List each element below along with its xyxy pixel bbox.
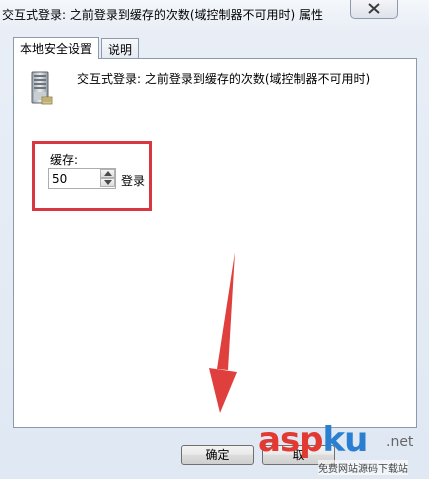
chevron-down-icon	[104, 180, 112, 185]
cache-unit-label: 登录	[121, 174, 146, 188]
cache-count-input[interactable]	[49, 169, 99, 188]
watermark-tagline: 免费网站源码下载站	[318, 460, 408, 475]
close-button[interactable]	[350, 0, 398, 19]
watermark-logo: aspku .net 免费网站源码下载站	[258, 420, 428, 478]
watermark-brand: aspku	[258, 420, 368, 460]
title-bar[interactable]: 交互式登录: 之前登录到缓存的次数(域控制器不可用时) 属性	[0, 0, 429, 30]
decrement-button[interactable]	[100, 178, 115, 187]
close-icon	[368, 3, 380, 14]
window-title: 交互式登录: 之前登录到缓存的次数(域控制器不可用时) 属性	[2, 8, 324, 22]
ok-button[interactable]: 确定	[181, 445, 254, 465]
properties-dialog: 交互式登录: 之前登录到缓存的次数(域控制器不可用时) 属性 本地安全设置 说明	[0, 0, 429, 479]
increment-button[interactable]	[100, 169, 115, 178]
server-icon	[28, 71, 54, 108]
watermark-tld: .net	[386, 434, 414, 450]
tab-local-security-setting[interactable]: 本地安全设置	[13, 37, 100, 59]
policy-description: 交互式登录: 之前登录到缓存的次数(域控制器不可用时)	[77, 72, 371, 86]
chevron-up-icon	[104, 171, 112, 176]
tab-explain[interactable]: 说明	[101, 38, 140, 58]
arrow-down-annotation	[209, 252, 237, 413]
cache-label: 缓存:	[50, 153, 79, 167]
cache-count-stepper[interactable]	[48, 168, 116, 189]
